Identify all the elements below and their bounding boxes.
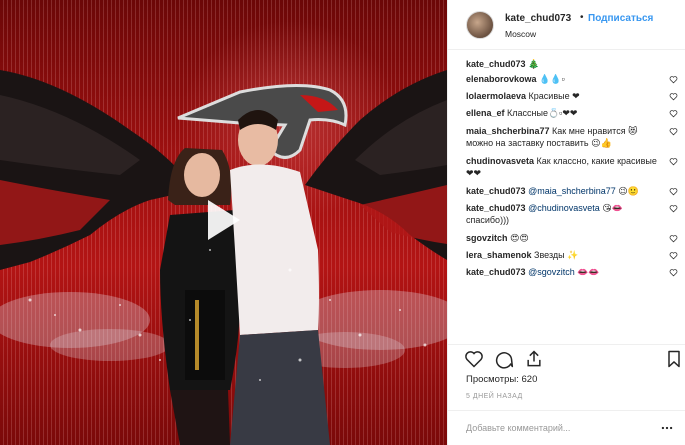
post-media[interactable]: [0, 0, 447, 445]
post-header: kate_chud073 • Подписаться Moscow: [448, 0, 685, 50]
comment-item: ellena_ef Классные💍▫❤❤: [448, 107, 685, 125]
comment-mention[interactable]: @chudinovasveta: [528, 203, 600, 213]
post-sidebar: kate_chud073 • Подписаться Moscow kate_c…: [447, 0, 685, 445]
comment-input[interactable]: [466, 419, 646, 437]
views-label: Просмотры:: [466, 374, 519, 385]
location-link[interactable]: Moscow: [505, 29, 536, 39]
comment-username[interactable]: kate_chud073: [466, 59, 526, 69]
heart-icon[interactable]: [669, 127, 678, 136]
comment-item: lolaermolaeva Красивые ❤: [448, 90, 685, 107]
comment-text: Красивые ❤: [526, 91, 580, 101]
comment-text: Звезды ✨: [531, 250, 579, 260]
comment-text: 💧💧▫: [536, 74, 565, 84]
comment-username[interactable]: sgovzitch: [466, 233, 508, 243]
comment-icon[interactable]: [494, 349, 514, 369]
heart-icon[interactable]: [669, 109, 678, 118]
comment-username[interactable]: elenaborovkowa: [466, 74, 537, 84]
heart-icon[interactable]: [669, 251, 678, 260]
person-woman: [160, 148, 240, 445]
comment-mention[interactable]: @sgovzitch: [528, 267, 575, 277]
follow-button[interactable]: Подписаться: [588, 13, 653, 24]
comment-text: 🎄: [525, 59, 540, 69]
comment-text: 😍😍: [507, 233, 529, 243]
header-username[interactable]: kate_chud073: [505, 13, 571, 24]
comment-item: kate_chud073 @maia_shcherbina77 😉🙂: [448, 185, 685, 202]
comment-item: lera_shamenok Звезды ✨: [448, 249, 685, 266]
avatar[interactable]: [466, 11, 494, 39]
person-man: [230, 110, 330, 445]
heart-icon[interactable]: [669, 268, 678, 277]
heart-icon[interactable]: [669, 234, 678, 243]
heart-icon[interactable]: [669, 157, 678, 166]
comment-text: 👄👄: [574, 267, 600, 277]
heart-icon[interactable]: [464, 349, 484, 369]
comment-text: 😉🙂: [615, 186, 639, 196]
comment-item: chudinovasveta Как классно, какие красив…: [448, 155, 685, 185]
bookmark-icon[interactable]: [664, 349, 684, 369]
comment-item: kate_chud073 @sgovzitch 👄👄: [448, 266, 685, 283]
post-timestamp[interactable]: 5 ДНЕЙ НАЗАД: [466, 393, 523, 400]
comment-item: sgovzitch 😍😍: [448, 232, 685, 249]
separator-dot: •: [580, 12, 584, 23]
comment-item: elenaborovkowa 💧💧▫: [448, 73, 685, 90]
heart-icon[interactable]: [669, 187, 678, 196]
comment-text: Классные💍▫❤❤: [504, 108, 578, 118]
comment-username[interactable]: lera_shamenok: [466, 250, 532, 260]
comment-username[interactable]: kate_chud073: [466, 267, 526, 277]
heart-icon[interactable]: [669, 92, 678, 101]
play-icon[interactable]: [198, 196, 246, 244]
view-count[interactable]: Просмотры: 620: [466, 374, 537, 385]
comment-username[interactable]: lolaermolaeva: [466, 91, 526, 101]
comment-username[interactable]: ellena_ef: [466, 108, 505, 118]
comment-username[interactable]: kate_chud073: [466, 203, 526, 213]
comment-item: kate_chud073 🎄: [448, 58, 685, 73]
comment-username[interactable]: maia_shcherbina77: [466, 126, 550, 136]
comment-list: kate_chud073 🎄 elenaborovkowa 💧💧▫ lolaer…: [448, 58, 685, 283]
comment-item: kate_chud073 @chudinovasveta 😘👄 спасибо)…: [448, 202, 685, 232]
comment-item: maia_shcherbina77 Как мне нравится 😻 мож…: [448, 125, 685, 155]
more-options-icon[interactable]: [660, 421, 674, 435]
action-bar: [448, 344, 685, 369]
comment-mention[interactable]: @maia_shcherbina77: [528, 186, 616, 196]
heart-icon[interactable]: [669, 75, 678, 84]
share-icon[interactable]: [524, 349, 544, 369]
views-number: 620: [521, 374, 538, 385]
heart-icon[interactable]: [669, 204, 678, 213]
comment-form: [448, 410, 685, 445]
comment-username[interactable]: chudinovasveta: [466, 156, 534, 166]
comment-username[interactable]: kate_chud073: [466, 186, 526, 196]
